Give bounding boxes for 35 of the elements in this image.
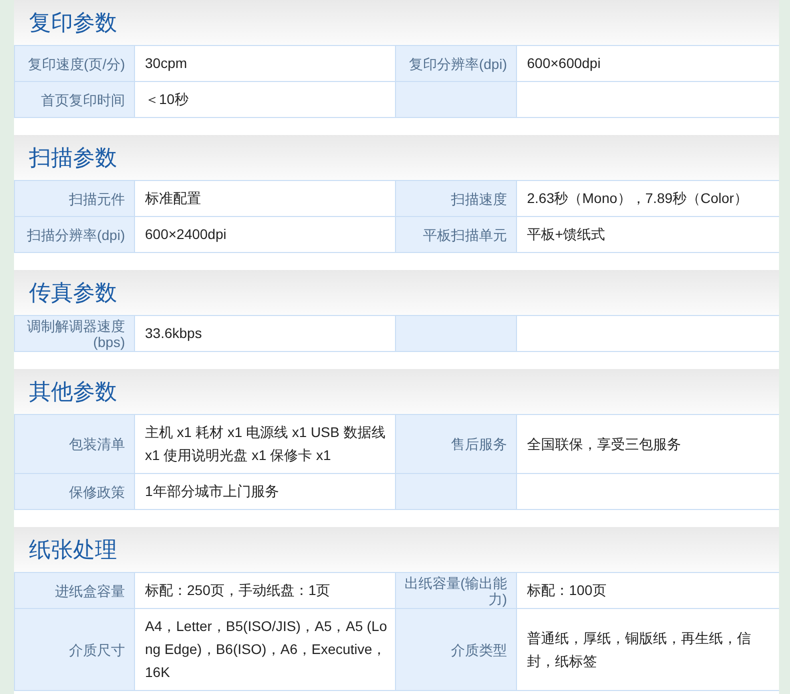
value-cell: 全国联保，享受三包服务	[516, 414, 779, 474]
label-cell: 进纸盒容量	[14, 572, 134, 608]
value-cell: 600×2400dpi	[134, 216, 396, 252]
section-title: 扫描参数	[29, 144, 117, 172]
value-cell: 主机 x1 耗材 x1 电源线 x1 USB 数据线 x1 使用说明光盘 x1 保修卡 x1	[134, 414, 396, 474]
value-cell: 30cpm	[134, 46, 396, 82]
label-cell: 售后服务	[396, 414, 516, 474]
section-title: 其他参数	[29, 378, 117, 406]
section-title: 纸张处理	[29, 536, 117, 564]
value-cell: 1年部分城市上门服务	[134, 474, 396, 510]
label-cell: 出纸容量(输出能力)	[396, 572, 516, 608]
section-title: 传真参数	[29, 279, 117, 307]
value-cell: ＜10秒	[134, 82, 396, 118]
label-cell: 介质类型	[396, 608, 516, 690]
value-cell: 600×600dpi	[516, 46, 779, 82]
value-cell: 标配：100页	[516, 572, 779, 608]
value-cell: 标配：250页，手动纸盘：1页	[134, 572, 396, 608]
label-cell: 扫描分辨率(dpi)	[14, 216, 134, 252]
label-cell: 平板扫描单元	[396, 216, 516, 252]
value-cell: 33.6kbps	[134, 316, 396, 352]
label-cell: 复印速度(页/分)	[14, 46, 134, 82]
label-cell: 介质尺寸	[14, 608, 134, 690]
value-cell: 标准配置	[134, 180, 396, 216]
section-title: 复印参数	[29, 9, 117, 37]
label-cell: 调制解调器速度(bps)	[14, 316, 134, 352]
label-cell: 扫描元件	[14, 180, 134, 216]
value-cell: 2.63秒（Mono），7.89秒（Color）	[516, 180, 779, 216]
label-cell: 包装清单	[14, 414, 134, 474]
value-cell: A4，Letter，B5(ISO/JIS)，A5，A5 (Long Edge)，B6(ISO)，A6，Executive，16K	[134, 608, 396, 690]
label-cell: 首页复印时间	[14, 82, 134, 118]
value-cell: 普通纸，厚纸，铜版纸，再生纸，信封，纸标签	[516, 608, 779, 690]
value-cell: 平板+馈纸式	[516, 216, 779, 252]
label-cell: 扫描速度	[396, 180, 516, 216]
label-cell: 复印分辨率(dpi)	[396, 46, 516, 82]
label-cell: 保修政策	[14, 474, 134, 510]
